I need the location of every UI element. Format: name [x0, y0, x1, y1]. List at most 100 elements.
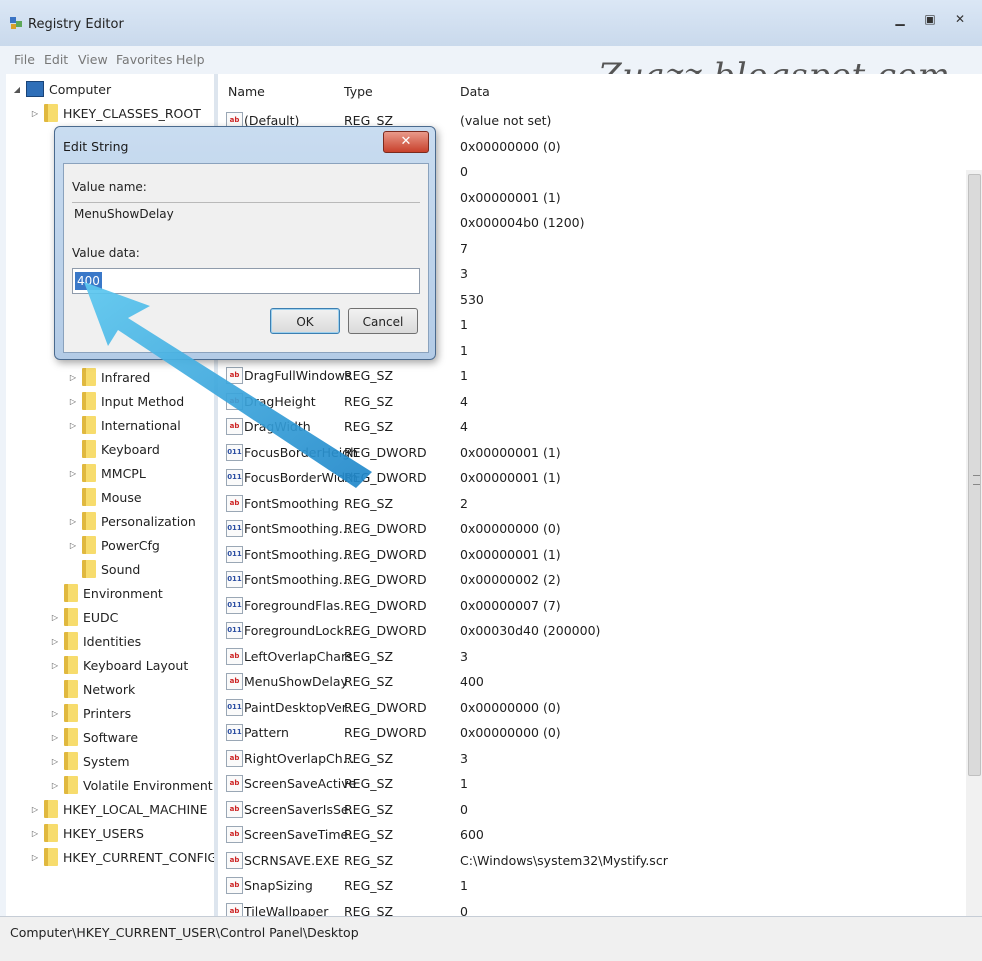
- tree-item-label: Computer: [49, 81, 112, 97]
- value-row[interactable]: 011 ForegroundLock... REG_DWORD 0x00030d40 …: [218, 618, 966, 643]
- menu-view[interactable]: View: [78, 52, 108, 67]
- folder-icon: [64, 656, 78, 674]
- tree-item[interactable]: ▷ Identities: [50, 630, 141, 652]
- menu-favorites[interactable]: Favorites: [116, 52, 172, 67]
- tree-item[interactable]: ▷ EUDC: [50, 606, 118, 628]
- tree-item[interactable]: ▷ Keyboard Layout: [50, 654, 188, 676]
- value-row[interactable]: 011 FontSmoothing... REG_DWORD 0x00000000 (…: [218, 516, 966, 541]
- string-value-icon: ab: [226, 826, 243, 843]
- value-row[interactable]: ab ScreenSaverIsSe... REG_SZ 0: [218, 797, 966, 822]
- value-row[interactable]: ab DragWidth REG_SZ 4: [218, 414, 966, 439]
- tree-item[interactable]: Sound: [68, 558, 140, 580]
- tree-item[interactable]: ▷ PowerCfg: [68, 534, 160, 556]
- value-name: SnapSizing: [244, 878, 313, 893]
- tree-item[interactable]: ▷ Input Method: [68, 390, 184, 412]
- tree-item[interactable]: Network: [50, 678, 135, 700]
- expand-arrow-icon[interactable]: ◢: [12, 85, 22, 94]
- minimize-button[interactable]: ▁: [888, 10, 912, 28]
- value-data: 0: [460, 164, 468, 179]
- tree-item[interactable]: Environment: [50, 582, 163, 604]
- value-data: 0x00000000 (0): [460, 699, 561, 715]
- tree-item[interactable]: ▷ HKEY_CURRENT_CONFIG: [30, 846, 214, 868]
- column-header-data[interactable]: Data: [460, 84, 490, 99]
- tree-item[interactable]: ▷ HKEY_USERS: [30, 822, 144, 844]
- value-row[interactable]: ab SCRNSAVE.EXE REG_SZ C:\Windows\system32\…: [218, 848, 966, 873]
- value-data: 0x00000001 (1): [460, 444, 561, 460]
- dialog-title: Edit String: [63, 139, 129, 154]
- folder-icon: [44, 824, 58, 842]
- value-data-input[interactable]: 400: [72, 268, 420, 294]
- expand-arrow-icon[interactable]: ▷: [50, 733, 60, 742]
- value-row[interactable]: ab RightOverlapCh... REG_SZ 3: [218, 746, 966, 771]
- tree-item[interactable]: ▷ Printers: [50, 702, 131, 724]
- menu-file[interactable]: File: [14, 52, 35, 67]
- value-name: FocusBorderHeight: [244, 444, 358, 460]
- menu-edit[interactable]: Edit: [44, 52, 68, 67]
- value-row[interactable]: 011 ForegroundFlas... REG_DWORD 0x00000007 …: [218, 593, 966, 618]
- value-row[interactable]: ab DragHeight REG_SZ 4: [218, 389, 966, 414]
- tree-item[interactable]: ▷ International: [68, 414, 181, 436]
- value-row[interactable]: 011 FontSmoothing... REG_DWORD 0x00000002 (…: [218, 567, 966, 592]
- tree-item[interactable]: ▷ Infrared: [68, 366, 150, 388]
- binary-value-icon: 011: [226, 622, 243, 639]
- value-data: 0x00000001 (1): [460, 546, 561, 562]
- expand-arrow-icon[interactable]: ▷: [50, 709, 60, 718]
- expand-arrow-icon[interactable]: ▷: [68, 421, 78, 430]
- expand-arrow-icon[interactable]: ▷: [50, 613, 60, 622]
- close-window-button[interactable]: ✕: [948, 10, 972, 28]
- value-name-text: MenuShowDelay: [74, 207, 174, 221]
- tree-item[interactable]: ▷ MMCPL: [68, 462, 146, 484]
- expand-arrow-icon[interactable]: ▷: [50, 637, 60, 646]
- tree-item[interactable]: Keyboard: [68, 438, 160, 460]
- expand-arrow-icon[interactable]: ▷: [68, 541, 78, 550]
- value-row[interactable]: 011 FontSmoothing... REG_DWORD 0x00000001 (…: [218, 542, 966, 567]
- tree-item[interactable]: ▷ System: [50, 750, 130, 772]
- tree-item[interactable]: Mouse: [68, 486, 142, 508]
- expand-arrow-icon[interactable]: ▷: [30, 853, 40, 862]
- scroll-thumb[interactable]: [968, 174, 981, 776]
- value-row[interactable]: ab FontSmoothing REG_SZ 2: [218, 491, 966, 516]
- value-row[interactable]: 011 FocusBorderHeight REG_DWORD 0x00000001 …: [218, 440, 966, 465]
- tree-item[interactable]: ▷ Personalization: [68, 510, 196, 532]
- tree-item[interactable]: ▷ Software: [50, 726, 138, 748]
- tree-item[interactable]: ▷ HKEY_LOCAL_MACHINE: [30, 798, 207, 820]
- expand-arrow-icon[interactable]: ▷: [68, 517, 78, 526]
- cancel-button[interactable]: Cancel: [348, 308, 418, 334]
- expand-arrow-icon[interactable]: ▷: [68, 469, 78, 478]
- value-row[interactable]: 011 Pattern REG_DWORD 0x00000000 (0): [218, 720, 966, 745]
- tree-item-label: System: [83, 753, 130, 769]
- value-row[interactable]: ab SnapSizing REG_SZ 1: [218, 873, 966, 898]
- expand-arrow-icon[interactable]: ▷: [68, 373, 78, 382]
- expand-arrow-icon[interactable]: ▷: [30, 805, 40, 814]
- value-row[interactable]: ab LeftOverlapChars REG_SZ 3: [218, 644, 966, 669]
- value-row[interactable]: 011 PaintDesktopVer... REG_DWORD 0x00000000…: [218, 695, 966, 720]
- expand-arrow-icon[interactable]: ▷: [30, 829, 40, 838]
- binary-value-icon: 011: [226, 571, 243, 588]
- column-header-type[interactable]: Type: [344, 84, 373, 99]
- string-value-icon: ab: [226, 392, 243, 410]
- value-row[interactable]: ab TileWallpaper REG_SZ 0: [218, 899, 966, 916]
- value-data-selected-text[interactable]: 400: [75, 272, 102, 290]
- dialog-close-button[interactable]: ✕: [383, 131, 429, 153]
- value-row[interactable]: ab DragFullWindows REG_SZ 1: [218, 363, 966, 388]
- expand-arrow-icon[interactable]: ▷: [50, 757, 60, 766]
- value-row[interactable]: ab MenuShowDelay REG_SZ 400: [218, 669, 966, 694]
- tree-item[interactable]: ▷ HKEY_CLASSES_ROOT: [30, 102, 201, 124]
- expand-arrow-icon[interactable]: ▷: [68, 397, 78, 406]
- value-data: 1: [460, 342, 468, 358]
- value-row[interactable]: ab ScreenSaveActive REG_SZ 1: [218, 771, 966, 796]
- value-data: 0x00030d40 (200000): [460, 623, 601, 638]
- menu-help[interactable]: Help: [176, 52, 205, 67]
- expand-arrow-icon[interactable]: ▷: [30, 109, 40, 118]
- value-row[interactable]: 011 FocusBorderWidth REG_DWORD 0x00000001 (…: [218, 465, 966, 490]
- ok-button[interactable]: OK: [270, 308, 340, 334]
- expand-arrow-icon[interactable]: ▷: [50, 661, 60, 670]
- vertical-scrollbar[interactable]: ▲ ▼: [966, 170, 982, 916]
- value-type: REG_SZ: [344, 393, 394, 409]
- tree-item[interactable]: ▷ Volatile Environment: [50, 774, 213, 796]
- column-header-name[interactable]: Name: [228, 84, 265, 99]
- value-row[interactable]: ab ScreenSaveTime... REG_SZ 600: [218, 822, 966, 847]
- tree-item[interactable]: ◢ Computer: [12, 78, 111, 100]
- maximize-button[interactable]: ▣: [918, 10, 942, 28]
- expand-arrow-icon[interactable]: ▷: [50, 781, 60, 790]
